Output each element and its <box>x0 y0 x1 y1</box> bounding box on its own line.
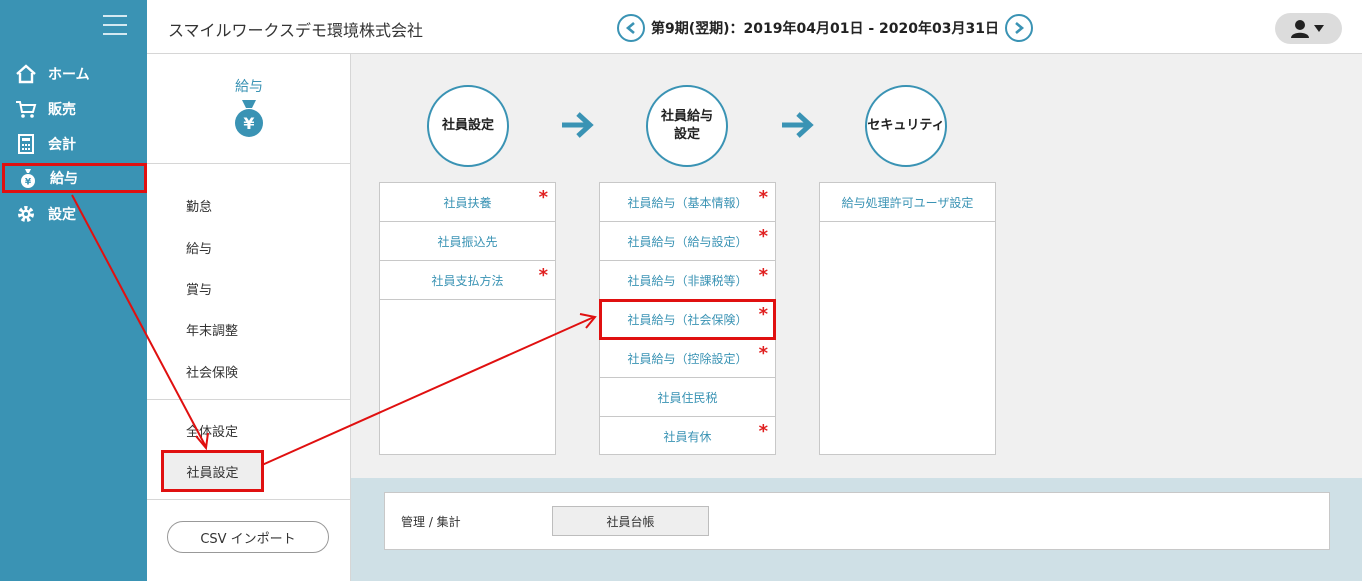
csv-import-button[interactable]: CSV インポート <box>167 521 329 553</box>
main-content: 社員設定 社員給与 設定 セキュリティ 社員扶養 * 社員振込先 社員支払方法 … <box>351 54 1362 581</box>
payroll-submenu: 給与 ¥ 勤怠 給与 賞与 年末調整 社会保険 全体設定 社員設定 CSV イン… <box>147 54 351 581</box>
nav-item-sales[interactable]: 販売 <box>0 94 147 124</box>
link-employee-resident-tax[interactable]: 社員住民税 <box>600 378 775 417</box>
cart-icon <box>14 97 38 121</box>
management-panel: 管理 / 集計 社員台帳 <box>384 492 1330 550</box>
link-label: 社員給与（控除設定） <box>627 351 748 366</box>
required-marker: * <box>538 265 548 286</box>
arrow-right-icon <box>562 112 594 138</box>
submenu-item-salary[interactable]: 給与 <box>186 238 212 257</box>
link-employee-dependents[interactable]: 社員扶養 * <box>380 183 555 222</box>
submenu-item-year-end-adjustment[interactable]: 年末調整 <box>186 320 238 339</box>
next-period-button[interactable] <box>1004 14 1033 42</box>
submenu-item-general-settings[interactable]: 全体設定 <box>186 421 238 440</box>
link-employee-payment-method[interactable]: 社員支払方法 * <box>380 261 555 300</box>
user-icon <box>1290 19 1309 38</box>
link-salary-social-insurance[interactable]: 社員給与（社会保険） * <box>599 299 776 340</box>
nav-item-label: 販売 <box>48 102 76 118</box>
employee-settings-column: 社員扶養 * 社員振込先 社員支払方法 * <box>379 182 556 455</box>
link-salary-settings[interactable]: 社員給与（給与設定） * <box>600 222 775 261</box>
link-label: 社員給与（基本情報） <box>627 195 748 210</box>
link-salary-deductions[interactable]: 社員給与（控除設定） * <box>600 339 775 378</box>
nav-item-label: ホーム <box>48 67 90 83</box>
calculator-icon <box>14 132 38 156</box>
gear-icon <box>14 202 38 226</box>
link-label: 社員給与（給与設定） <box>627 234 748 249</box>
home-icon <box>14 62 38 86</box>
nav-item-label: 会計 <box>48 137 76 153</box>
previous-period-button[interactable] <box>617 14 645 42</box>
money-bag-icon: ¥ <box>235 100 263 137</box>
fiscal-period-selector: 第9期(翌期)：2019年04月01日 - 2020年03月31日 <box>617 14 1033 42</box>
nav-item-payroll[interactable]: ¥ 給与 <box>2 163 147 193</box>
flow-step-employee-settings: 社員設定 <box>427 85 509 167</box>
user-menu-button[interactable] <box>1275 13 1342 44</box>
required-marker: * <box>758 343 768 364</box>
submenu-item-bonus[interactable]: 賞与 <box>186 279 212 298</box>
caret-down-icon <box>1313 24 1324 32</box>
header-bar: スマイルワークスデモ環境株式会社 第9期(翌期)：2019年04月01日 - 2… <box>147 0 1362 54</box>
required-marker: * <box>538 187 548 208</box>
required-marker: * <box>758 226 768 247</box>
nav-item-accounting[interactable]: 会計 <box>0 129 147 159</box>
nav-item-label: 設定 <box>48 207 76 223</box>
required-marker: * <box>758 421 768 442</box>
fiscal-period-text: 第9期(翌期)：2019年04月01日 - 2020年03月31日 <box>651 21 999 37</box>
flow-step-security: セキュリティ <box>865 85 947 167</box>
employee-salary-column: 社員給与（基本情報） * 社員給与（給与設定） * 社員給与（非課税等） * 社… <box>599 182 776 455</box>
link-label: 社員住民税 <box>657 390 718 405</box>
required-marker: * <box>758 304 768 325</box>
submenu-title: 給与 <box>235 79 263 95</box>
employee-ledger-button[interactable]: 社員台帳 <box>552 506 709 536</box>
required-marker: * <box>758 187 768 208</box>
required-marker: * <box>758 265 768 286</box>
company-name: スマイルワークスデモ環境株式会社 <box>168 21 424 40</box>
chevron-left-icon <box>625 22 635 34</box>
submenu-header: 給与 ¥ <box>147 54 351 164</box>
submenu-divider <box>147 499 351 500</box>
svg-text:¥: ¥ <box>25 178 32 188</box>
link-label: 社員振込先 <box>437 234 498 249</box>
link-label: 社員有休 <box>663 430 712 444</box>
link-employee-bank-account[interactable]: 社員振込先 <box>380 222 555 261</box>
security-column: 給与処理許可ユーザ設定 <box>819 182 996 455</box>
nav-item-settings[interactable]: 設定 <box>0 199 147 229</box>
link-employee-paid-leave[interactable]: 社員有休 * <box>600 417 775 456</box>
link-label: 社員扶養 <box>443 195 492 210</box>
arrow-right-icon <box>782 112 814 138</box>
link-label: 給与処理許可ユーザ設定 <box>841 195 974 210</box>
svg-text:¥: ¥ <box>243 114 254 133</box>
nav-item-home[interactable]: ホーム <box>0 59 147 89</box>
link-payroll-authorized-users[interactable]: 給与処理許可ユーザ設定 <box>820 183 995 222</box>
link-label: 社員給与（非課税等） <box>627 273 748 288</box>
management-label: 管理 / 集計 <box>401 515 461 529</box>
flow-step-employee-salary-settings: 社員給与 設定 <box>646 85 728 167</box>
submenu-item-social-insurance[interactable]: 社会保険 <box>186 362 238 381</box>
link-salary-non-taxable[interactable]: 社員給与（非課税等） * <box>600 261 775 300</box>
submenu-divider <box>147 399 351 400</box>
hamburger-menu-icon[interactable] <box>103 15 127 35</box>
link-label: 社員支払方法 <box>431 273 504 288</box>
submenu-item-employee-settings[interactable]: 社員設定 <box>161 450 264 492</box>
chevron-right-icon <box>1015 22 1024 34</box>
nav-item-label: 給与 <box>50 171 78 187</box>
link-salary-basic-info[interactable]: 社員給与（基本情報） * <box>600 183 775 222</box>
submenu-item-attendance[interactable]: 勤怠 <box>186 196 212 215</box>
left-navigation: ホーム 販売 会計 ¥ 給与 設定 <box>0 0 147 581</box>
link-label: 社員給与（社会保険） <box>627 312 748 327</box>
money-bag-icon: ¥ <box>16 166 40 190</box>
